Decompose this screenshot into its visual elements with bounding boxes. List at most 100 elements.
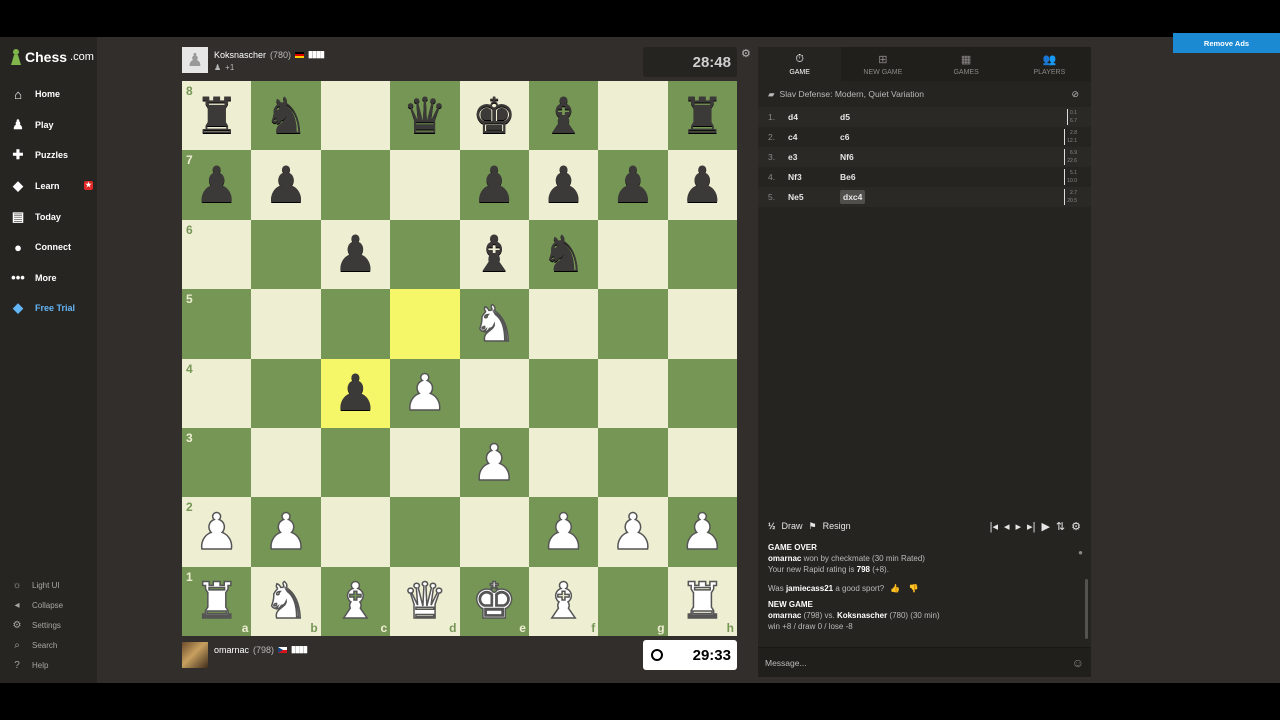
draw-button[interactable]: Draw — [782, 521, 803, 531]
bottom-nav-light-ui[interactable]: ☼ Light UI — [0, 575, 97, 595]
square-g4[interactable] — [598, 358, 668, 428]
square-b8[interactable]: ♞ — [251, 81, 321, 151]
white-king-icon[interactable]: ♚ — [471, 576, 517, 628]
white-knight-icon[interactable]: ♞ — [471, 298, 517, 350]
square-h7[interactable]: ♟ — [667, 150, 737, 220]
black-pawn-icon[interactable]: ♟ — [264, 160, 309, 210]
square-a3[interactable]: 3 — [182, 427, 252, 498]
square-b4[interactable] — [251, 358, 321, 428]
black-pawn-icon[interactable]: ♟ — [472, 160, 517, 210]
square-g2[interactable]: ♟ — [598, 497, 668, 567]
chess-logo[interactable]: Chess .com — [10, 49, 94, 65]
black-rook-icon[interactable]: ♜ — [194, 91, 239, 141]
white-pawn-icon[interactable]: ♟ — [194, 506, 240, 558]
white-pawn-icon[interactable]: ♟ — [610, 506, 656, 558]
white-rook-icon[interactable]: ♜ — [194, 576, 240, 628]
square-g5[interactable] — [598, 289, 668, 359]
square-b1[interactable]: b ♞ — [251, 566, 321, 636]
nav-item-learn[interactable]: ◆ Learn ★ — [0, 171, 97, 202]
square-a4[interactable]: 4 — [182, 358, 252, 428]
square-e7[interactable]: ♟ — [459, 150, 529, 220]
square-h1[interactable]: h ♜ — [667, 566, 737, 636]
opponent-name[interactable]: Koksnascher — [214, 50, 266, 60]
bottom-nav-search[interactable]: ⌕ Search — [0, 635, 97, 655]
square-f1[interactable]: f ♝ — [528, 566, 599, 636]
remove-ads-button[interactable]: Remove Ads — [1173, 33, 1280, 53]
square-d1[interactable]: d ♛ — [390, 566, 460, 636]
square-h6[interactable] — [667, 219, 737, 290]
chat-scrollbar[interactable] — [1085, 579, 1088, 639]
black-bishop-icon[interactable]: ♝ — [472, 229, 517, 279]
square-e4[interactable] — [459, 358, 529, 428]
black-pawn-icon[interactable]: ♟ — [611, 160, 656, 210]
square-d4[interactable]: ♟ — [390, 358, 460, 428]
square-g7[interactable]: ♟ — [598, 150, 668, 220]
square-d3[interactable] — [390, 427, 460, 498]
black-move[interactable]: d5 — [840, 112, 892, 122]
square-e3[interactable]: ♟ — [459, 427, 529, 498]
square-e8[interactable]: ♚ — [459, 81, 529, 151]
settings-gear-icon[interactable]: ⚙ — [1071, 520, 1081, 533]
black-king-icon[interactable]: ♚ — [472, 91, 517, 141]
winner-name[interactable]: omarnac — [768, 554, 801, 563]
bottom-nav-settings[interactable]: ⚙ Settings — [0, 615, 97, 635]
square-h4[interactable] — [667, 358, 737, 428]
square-c4[interactable]: ♟ — [320, 358, 391, 428]
square-h8[interactable]: ♜ — [667, 81, 737, 151]
white-pawn-icon[interactable]: ♟ — [679, 506, 725, 558]
first-move-icon[interactable]: |◂ — [990, 520, 998, 533]
square-e2[interactable] — [459, 497, 529, 567]
resign-button[interactable]: Resign — [823, 521, 851, 531]
square-b7[interactable]: ♟ — [251, 150, 321, 220]
nav-item-today[interactable]: ▤ Today — [0, 201, 97, 232]
ng-player1[interactable]: omarnac — [768, 611, 801, 620]
square-e6[interactable]: ♝ — [459, 219, 529, 290]
black-pawn-icon[interactable]: ♟ — [333, 229, 378, 279]
white-move[interactable]: c4 — [788, 132, 840, 142]
nav-item-puzzles[interactable]: ✚ Puzzles — [0, 140, 97, 171]
square-h2[interactable]: ♟ — [667, 497, 737, 567]
black-move[interactable]: Nf6 — [840, 152, 892, 162]
square-b5[interactable] — [251, 289, 321, 359]
white-queen-icon[interactable]: ♛ — [402, 576, 448, 628]
square-d7[interactable] — [390, 150, 460, 220]
emoji-icon[interactable]: ☺ — [1072, 656, 1084, 670]
sport-user[interactable]: jamiecass21 — [786, 584, 833, 593]
nav-item-more[interactable]: ••• More — [0, 263, 97, 294]
square-d5[interactable] — [390, 289, 460, 359]
bottom-nav-help[interactable]: ? Help — [0, 655, 97, 675]
message-input[interactable]: Message... ☺ — [758, 647, 1091, 677]
nav-item-free-trial[interactable]: ◆ Free Trial — [0, 293, 97, 324]
nav-item-connect[interactable]: ● Connect — [0, 232, 97, 263]
ng-player2[interactable]: Koksnascher — [837, 611, 887, 620]
square-g6[interactable] — [598, 219, 668, 290]
opening-name[interactable]: Slav Defense: Modern, Quiet Variation — [780, 89, 924, 99]
square-d2[interactable] — [390, 497, 460, 567]
prev-move-icon[interactable]: ◂ — [1004, 520, 1010, 533]
square-h3[interactable] — [667, 427, 737, 498]
last-move-icon[interactable]: ▸| — [1027, 520, 1035, 533]
white-pawn-icon[interactable]: ♟ — [402, 367, 448, 419]
white-move[interactable]: d4 — [788, 112, 840, 122]
square-c1[interactable]: c ♝ — [320, 566, 391, 636]
square-e5[interactable]: ♞ — [459, 289, 529, 359]
square-f3[interactable] — [528, 427, 599, 498]
white-move[interactable]: e3 — [788, 152, 840, 162]
chess-board[interactable]: 8 ♜ ♞ ♛ ♚ ♝ ♜ 7 ♟ ♟ ♟ ♟ ♟ ♟ 6 ♟ ♝ ♞ 5 ♞ 4 ♟ ♟ 3 ♟ 2 ♟ ♟ ♟ ♟ ♟ 1 a ♜ b ♞ c ♝ d ♛… — [182, 81, 737, 636]
black-pawn-icon[interactable]: ♟ — [680, 160, 725, 210]
board-settings-gear-icon[interactable]: ⚙ — [741, 47, 751, 60]
black-move[interactable]: c6 — [840, 132, 892, 142]
square-d8[interactable]: ♛ — [390, 81, 460, 151]
square-a5[interactable]: 5 — [182, 289, 252, 359]
square-g3[interactable] — [598, 427, 668, 498]
square-f2[interactable]: ♟ — [528, 497, 599, 567]
bottom-nav-collapse[interactable]: ◂ Collapse — [0, 595, 97, 615]
square-c2[interactable] — [320, 497, 391, 567]
thumbs-up-icon[interactable]: 👍 — [890, 584, 900, 593]
square-c5[interactable] — [320, 289, 391, 359]
square-f5[interactable] — [528, 289, 599, 359]
next-move-icon[interactable]: ▸ — [1016, 520, 1022, 533]
tab-players[interactable]: 👥 PLAYERS — [1008, 47, 1091, 81]
chat-settings-icon[interactable]: ● — [1078, 547, 1083, 558]
black-queen-icon[interactable]: ♛ — [402, 91, 447, 141]
